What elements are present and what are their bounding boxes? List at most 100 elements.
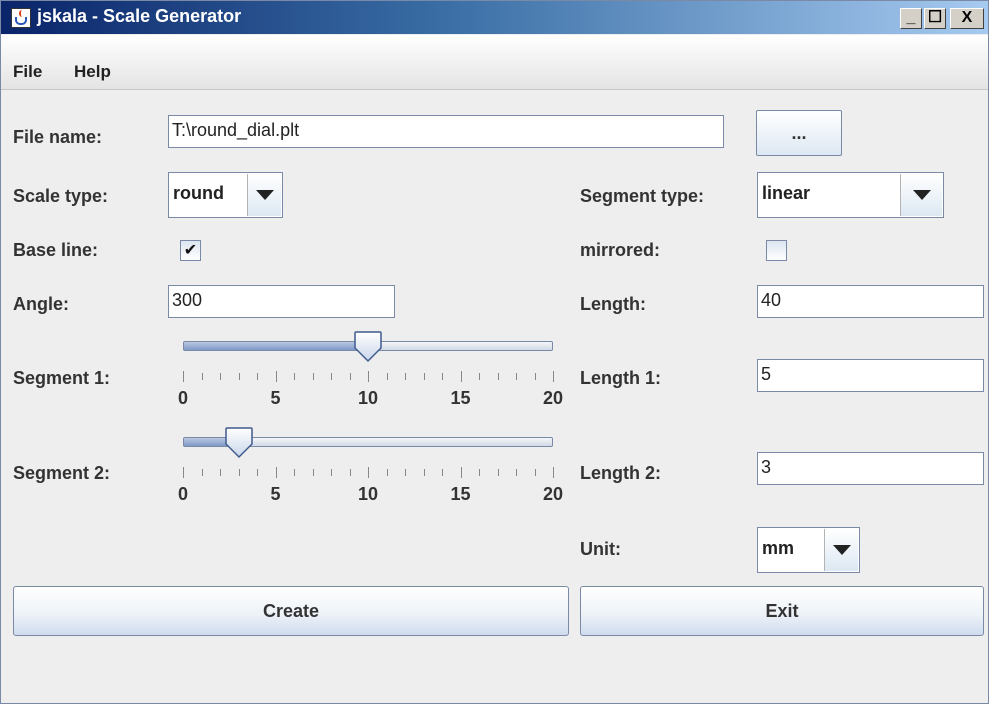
slider-tick <box>257 469 258 476</box>
create-button[interactable]: Create <box>13 586 569 636</box>
exit-button[interactable]: Exit <box>580 586 984 636</box>
slider-ticks <box>173 467 573 481</box>
slider-fill <box>184 342 369 350</box>
title-bar[interactable]: jskala - Scale Generator _ ☐ X <box>1 1 988 34</box>
slider-tick <box>405 373 406 380</box>
slider-tick-label: 15 <box>450 484 471 504</box>
segment-type-label: Segment type: <box>580 186 705 206</box>
unit-value: mm <box>762 538 795 558</box>
slider-tick-label: 20 <box>542 484 564 504</box>
length2-input[interactable]: 3 <box>757 452 984 485</box>
slider-thumb[interactable] <box>353 330 383 364</box>
slider-tick <box>368 467 369 478</box>
maximize-icon: ☐ <box>927 9 943 26</box>
chevron-down-icon <box>832 545 851 555</box>
slider-tick <box>534 469 536 476</box>
chevron-down-icon <box>912 190 931 200</box>
segment-type-select[interactable]: linear <box>757 172 944 218</box>
slider-tick <box>442 373 443 380</box>
slider-tick <box>386 469 388 476</box>
scale-type-value: round <box>173 183 224 203</box>
slider-tick <box>534 373 536 380</box>
segment1-label: Segment 1: <box>13 368 111 388</box>
slider-tick-label: 10 <box>357 484 379 504</box>
slider-tick <box>497 469 499 476</box>
slider-tick <box>238 469 240 476</box>
slider-tick <box>275 371 277 382</box>
slider-tick <box>460 467 462 478</box>
minimize-button[interactable]: _ <box>900 8 922 29</box>
slider-tick <box>275 467 277 478</box>
exit-button-label: Exit <box>765 600 799 621</box>
slider-tick <box>460 371 462 382</box>
menu-help[interactable]: Help <box>74 62 111 82</box>
slider-tick <box>294 469 295 476</box>
menu-file[interactable]: File <box>13 62 42 82</box>
angle-input[interactable]: 300 <box>168 285 395 318</box>
slider-tick <box>442 469 443 476</box>
slider-tick <box>183 371 184 382</box>
slider-tick <box>349 373 351 380</box>
browse-button[interactable]: ... <box>756 110 842 156</box>
segment2-label: Segment 2: <box>13 463 111 483</box>
slider-tick-label: 10 <box>357 388 379 408</box>
slider-tick-label: 20 <box>542 388 564 408</box>
create-button-label: Create <box>262 600 320 621</box>
slider-ticks <box>173 371 573 385</box>
file-name-input[interactable]: T:\round_dial.plt <box>168 115 724 148</box>
segment2-slider[interactable]: 0 5 10 15 20 <box>173 425 573 515</box>
app-window: jskala - Scale Generator _ ☐ X File Help… <box>0 0 989 704</box>
scale-type-label: Scale type: <box>13 186 109 206</box>
scale-type-dropdown-button[interactable] <box>247 174 281 216</box>
length-label: Length: <box>580 294 646 314</box>
slider-tick <box>312 373 314 380</box>
slider-tick <box>220 373 221 380</box>
slider-tick <box>294 373 295 380</box>
slider-tick <box>220 469 221 476</box>
close-icon: X <box>961 9 973 26</box>
slider-tick <box>349 469 351 476</box>
close-button[interactable]: X <box>950 8 984 29</box>
slider-tick-label: 0 <box>177 484 189 504</box>
minimize-icon: _ <box>906 9 916 26</box>
length2-label: Length 2: <box>580 463 661 483</box>
slider-tick <box>479 469 480 476</box>
unit-select[interactable]: mm <box>757 527 860 573</box>
unit-dropdown-button[interactable] <box>824 529 858 571</box>
slider-tick <box>201 469 203 476</box>
slider-tick <box>497 373 499 380</box>
segment-type-value: linear <box>762 183 811 203</box>
slider-thumb[interactable] <box>224 426 254 460</box>
slider-tick <box>331 469 332 476</box>
slider-tick-label: 0 <box>177 388 189 408</box>
menu-bar: File Help <box>1 35 988 90</box>
length-input[interactable]: 40 <box>757 285 984 318</box>
scale-type-select[interactable]: round <box>168 172 283 218</box>
segment1-slider[interactable]: 0 5 10 15 20 <box>173 329 573 419</box>
base-line-checkbox[interactable]: ✔ <box>180 240 201 261</box>
angle-label: Angle: <box>13 294 69 314</box>
slider-tick <box>423 469 425 476</box>
length1-label: Length 1: <box>580 368 661 388</box>
slider-tick <box>553 467 554 478</box>
slider-tick <box>386 373 388 380</box>
maximize-button[interactable]: ☐ <box>924 8 946 29</box>
mirrored-checkbox[interactable] <box>766 240 787 261</box>
slider-tick <box>312 469 314 476</box>
slider-tick <box>516 469 517 476</box>
slider-tick-label: 15 <box>450 388 471 408</box>
slider-tick <box>405 469 406 476</box>
browse-label: ... <box>791 122 807 143</box>
java-cup-icon <box>11 8 31 28</box>
slider-tick-label: 5 <box>270 388 281 408</box>
window-title: jskala - Scale Generator <box>37 6 242 26</box>
slider-tick <box>201 373 203 380</box>
segment-type-dropdown-button[interactable] <box>900 174 942 216</box>
slider-tick <box>238 373 240 380</box>
slider-tick <box>183 467 184 478</box>
slider-tick <box>423 373 425 380</box>
slider-tick <box>368 371 369 382</box>
length1-input[interactable]: 5 <box>757 359 984 392</box>
slider-tick <box>553 371 554 382</box>
slider-tick <box>331 373 332 380</box>
